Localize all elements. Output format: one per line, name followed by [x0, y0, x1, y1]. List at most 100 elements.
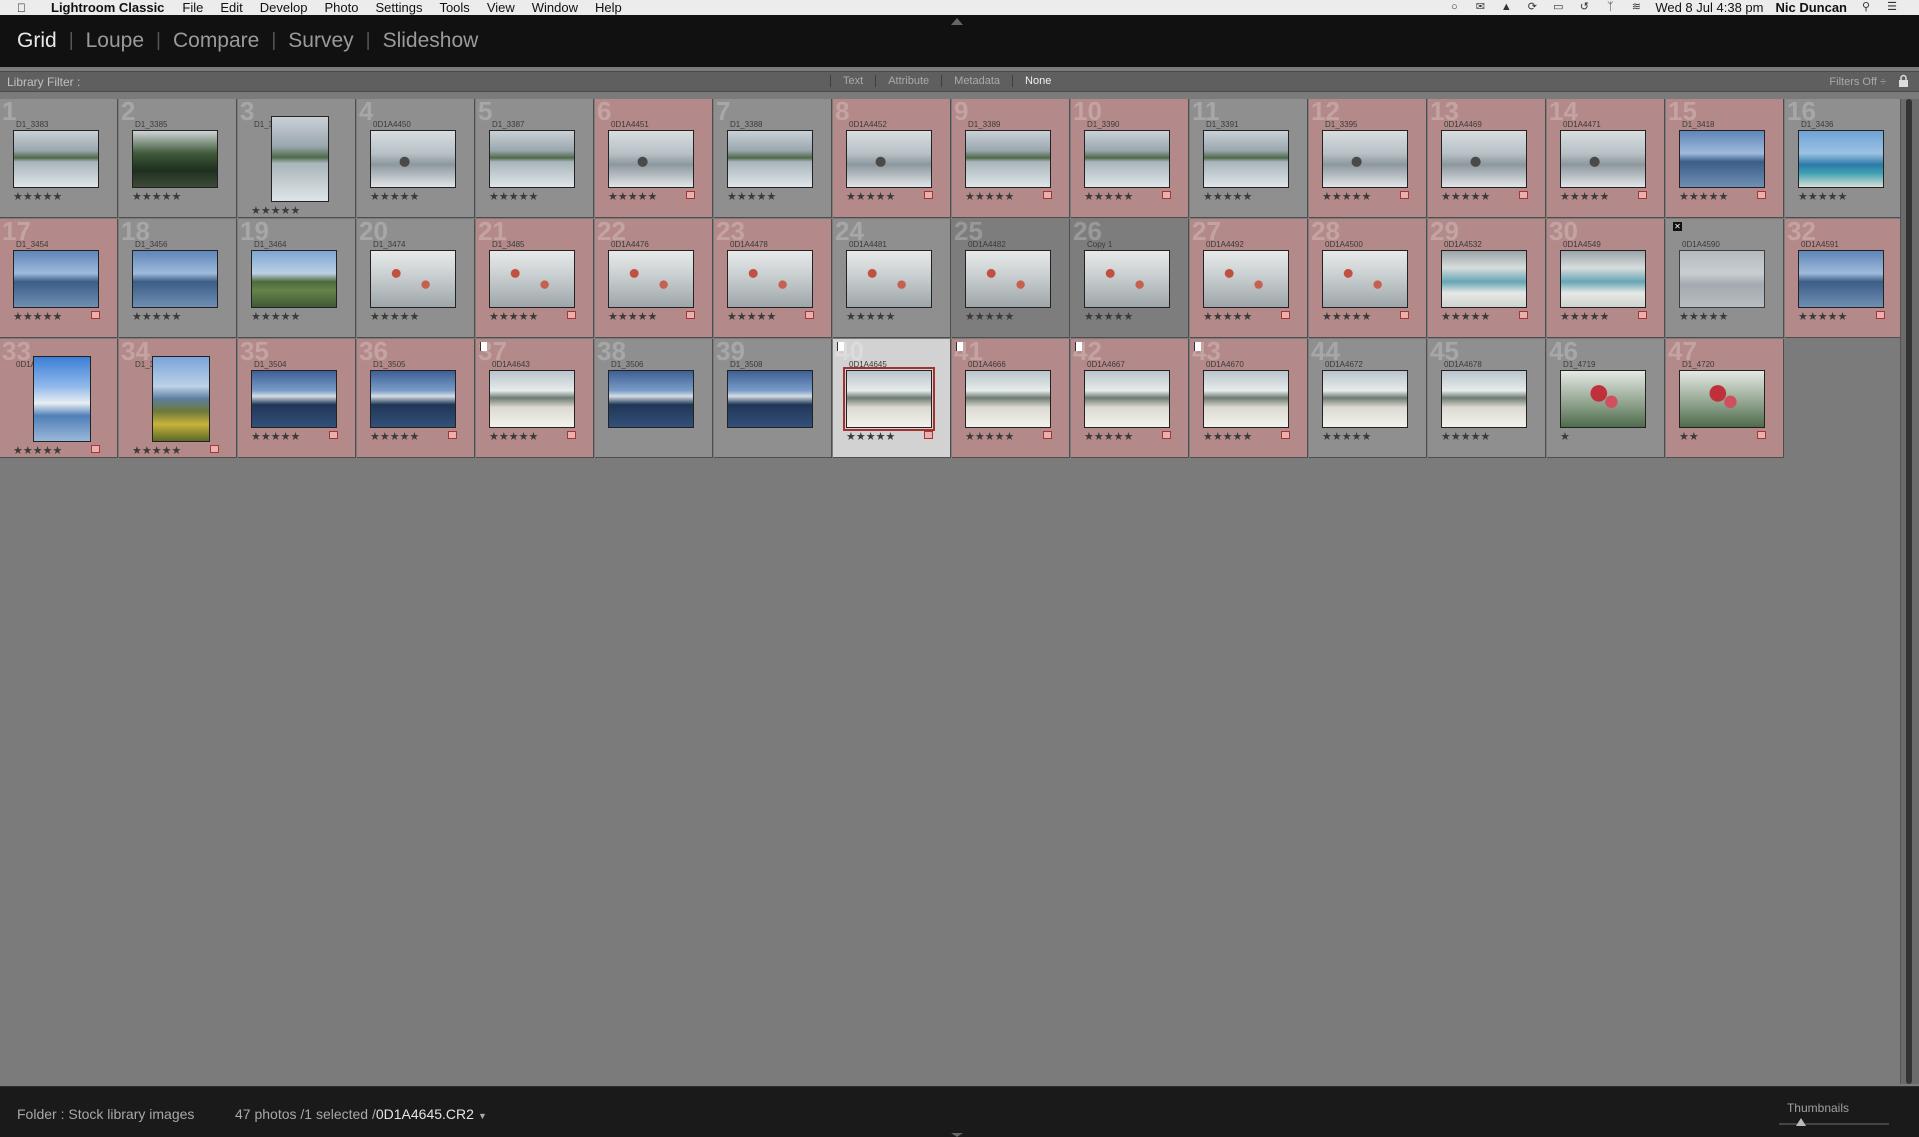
star-rating[interactable]: ★★★★★: [489, 430, 538, 443]
star-rating[interactable]: ★★★★★: [1322, 310, 1371, 323]
photo-thumbnail[interactable]: [846, 250, 932, 308]
star-rating[interactable]: ★★★★★: [1203, 190, 1252, 203]
menu-file[interactable]: File: [182, 0, 203, 15]
star-rating[interactable]: ★★★★★: [489, 190, 538, 203]
star-rating[interactable]: ★★★★★: [1203, 310, 1252, 323]
menu-help[interactable]: Help: [595, 0, 622, 15]
edit-badge-icon[interactable]: [1043, 191, 1052, 199]
grid-cell[interactable]: 44 0D1A4672 ★★★★★: [1309, 337, 1427, 458]
grid-cell[interactable]: 10 D1_3390 ★★★★★: [1071, 97, 1189, 218]
photo-thumbnail[interactable]: [132, 130, 218, 188]
star-rating[interactable]: ★★★★★: [1441, 310, 1490, 323]
star-rating[interactable]: ★★★★★: [132, 444, 181, 457]
star-rating[interactable]: ★★★★★: [1679, 190, 1728, 203]
edit-badge-icon[interactable]: [567, 311, 576, 319]
star-rating[interactable]: ★★★★★: [132, 190, 181, 203]
photo-thumbnail[interactable]: [1322, 130, 1408, 188]
edit-badge-icon[interactable]: [686, 311, 695, 319]
grid-cell[interactable]: 34D1_3502★★★★★: [119, 337, 237, 458]
photo-thumbnail[interactable]: [132, 250, 218, 308]
photo-thumbnail[interactable]: [1084, 370, 1170, 428]
chevron-down-icon[interactable]: ▼: [478, 1111, 487, 1121]
star-rating[interactable]: ★★★★★: [13, 310, 62, 323]
edit-badge-icon[interactable]: [1281, 431, 1290, 439]
edit-badge-icon[interactable]: [686, 191, 695, 199]
user-name[interactable]: Nic Duncan: [1775, 0, 1847, 15]
star-rating[interactable]: ★★★★★: [1084, 430, 1133, 443]
menu-settings[interactable]: Settings: [375, 0, 422, 15]
grid-cell[interactable]: 47 D1_4720 ★★: [1666, 337, 1784, 458]
grid-cell[interactable]: 9 D1_3389 ★★★★★: [952, 97, 1070, 218]
edit-badge-icon[interactable]: [1281, 311, 1290, 319]
edit-badge-icon[interactable]: [91, 311, 100, 319]
photo-thumbnail[interactable]: [1441, 370, 1527, 428]
tab-grid[interactable]: Grid: [17, 29, 57, 53]
grid-cell[interactable]: 43 0D1A4670 ★★★★★: [1190, 337, 1308, 458]
photo-thumbnail[interactable]: [608, 130, 694, 188]
warning-icon[interactable]: ▲: [1499, 2, 1513, 13]
photo-thumbnail[interactable]: [1084, 130, 1170, 188]
photo-thumbnail[interactable]: [1203, 250, 1289, 308]
star-rating[interactable]: ★★★★★: [489, 310, 538, 323]
star-rating[interactable]: ★★★★★: [1203, 430, 1252, 443]
star-rating[interactable]: ★★★★★: [965, 430, 1014, 443]
grid-cell[interactable]: 2 D1_3385 ★★★★★: [119, 97, 237, 218]
star-rating[interactable]: ★★★★★: [370, 310, 419, 323]
grid-cell[interactable]: 16 D1_3436 ★★★★★: [1785, 97, 1903, 218]
grid-cell[interactable]: 36 D1_3505 ★★★★★: [357, 337, 475, 458]
photo-thumbnail[interactable]: [608, 370, 694, 428]
pick-flag-icon[interactable]: [1075, 342, 1082, 351]
star-rating[interactable]: ★★★★★: [727, 310, 776, 323]
photo-thumbnail[interactable]: [727, 370, 813, 428]
edit-badge-icon[interactable]: [924, 431, 933, 439]
bluetooth-icon[interactable]: ᛉ: [1603, 2, 1617, 13]
grid-cell[interactable]: 18 D1_3456 ★★★★★: [119, 217, 237, 338]
app-menu[interactable]: Lightroom Classic: [51, 0, 164, 15]
grid-cell[interactable]: 30 0D1A4549 ★★★★★: [1547, 217, 1665, 338]
star-rating[interactable]: ★★★★★: [965, 190, 1014, 203]
photo-thumbnail[interactable]: [727, 130, 813, 188]
apple-icon[interactable]: : [17, 1, 31, 15]
pick-flag-icon[interactable]: [956, 342, 963, 351]
edit-badge-icon[interactable]: [1162, 431, 1171, 439]
edit-badge-icon[interactable]: [210, 445, 219, 453]
filter-text[interactable]: Text: [830, 75, 875, 87]
grid-cell[interactable]: 15 D1_3418 ★★★★★: [1666, 97, 1784, 218]
edit-badge-icon[interactable]: [91, 445, 100, 453]
grid-cell[interactable]: 24 0D1A4481 ★★★★★: [833, 217, 951, 338]
star-rating[interactable]: ★★★★★: [727, 190, 776, 203]
edit-badge-icon[interactable]: [1400, 191, 1409, 199]
grid-cell[interactable]: 1 D1_3383 ★★★★★: [0, 97, 118, 218]
photo-thumbnail[interactable]: [271, 116, 329, 202]
photo-thumbnail[interactable]: [33, 356, 91, 442]
photo-thumbnail[interactable]: [846, 130, 932, 188]
star-rating[interactable]: ★★★★★: [132, 310, 181, 323]
photo-thumbnail[interactable]: [1798, 250, 1884, 308]
photo-thumbnail[interactable]: [370, 370, 456, 428]
tab-compare[interactable]: Compare: [173, 29, 259, 53]
photo-thumbnail[interactable]: [13, 250, 99, 308]
photo-thumbnail[interactable]: [489, 370, 575, 428]
grid-cell[interactable]: 8 0D1A4452 ★★★★★: [833, 97, 951, 218]
star-rating[interactable]: ★: [1560, 430, 1570, 443]
grid-cell[interactable]: 22 0D1A4476 ★★★★★: [595, 217, 713, 338]
photo-thumbnail[interactable]: [1679, 370, 1765, 428]
photo-thumbnail[interactable]: [370, 250, 456, 308]
pick-flag-icon[interactable]: [1194, 342, 1201, 351]
menu-tools[interactable]: Tools: [439, 0, 469, 15]
grid-cell[interactable]: 25 0D1A4482 ★★★★★: [952, 217, 1070, 338]
star-rating[interactable]: ★★★★★: [1798, 190, 1847, 203]
edit-badge-icon[interactable]: [567, 431, 576, 439]
grid-cell[interactable]: 20 D1_3474 ★★★★★: [357, 217, 475, 338]
photo-thumbnail[interactable]: [965, 250, 1051, 308]
photo-thumbnail[interactable]: [13, 130, 99, 188]
grid-cell[interactable]: 40 0D1A4645 ★★★★★: [833, 337, 951, 458]
grid-cell[interactable]: 13 0D1A4469 ★★★★★: [1428, 97, 1546, 218]
menu-develop[interactable]: Develop: [260, 0, 308, 15]
menu-edit[interactable]: Edit: [220, 0, 242, 15]
grid-cell[interactable]: 38 D1_3506: [595, 337, 713, 458]
collapse-top-panel-icon[interactable]: [951, 18, 963, 25]
grid-cell[interactable]: 45 0D1A4678 ★★★★★: [1428, 337, 1546, 458]
edit-badge-icon[interactable]: [448, 431, 457, 439]
star-rating[interactable]: ★★★★★: [1560, 310, 1609, 323]
